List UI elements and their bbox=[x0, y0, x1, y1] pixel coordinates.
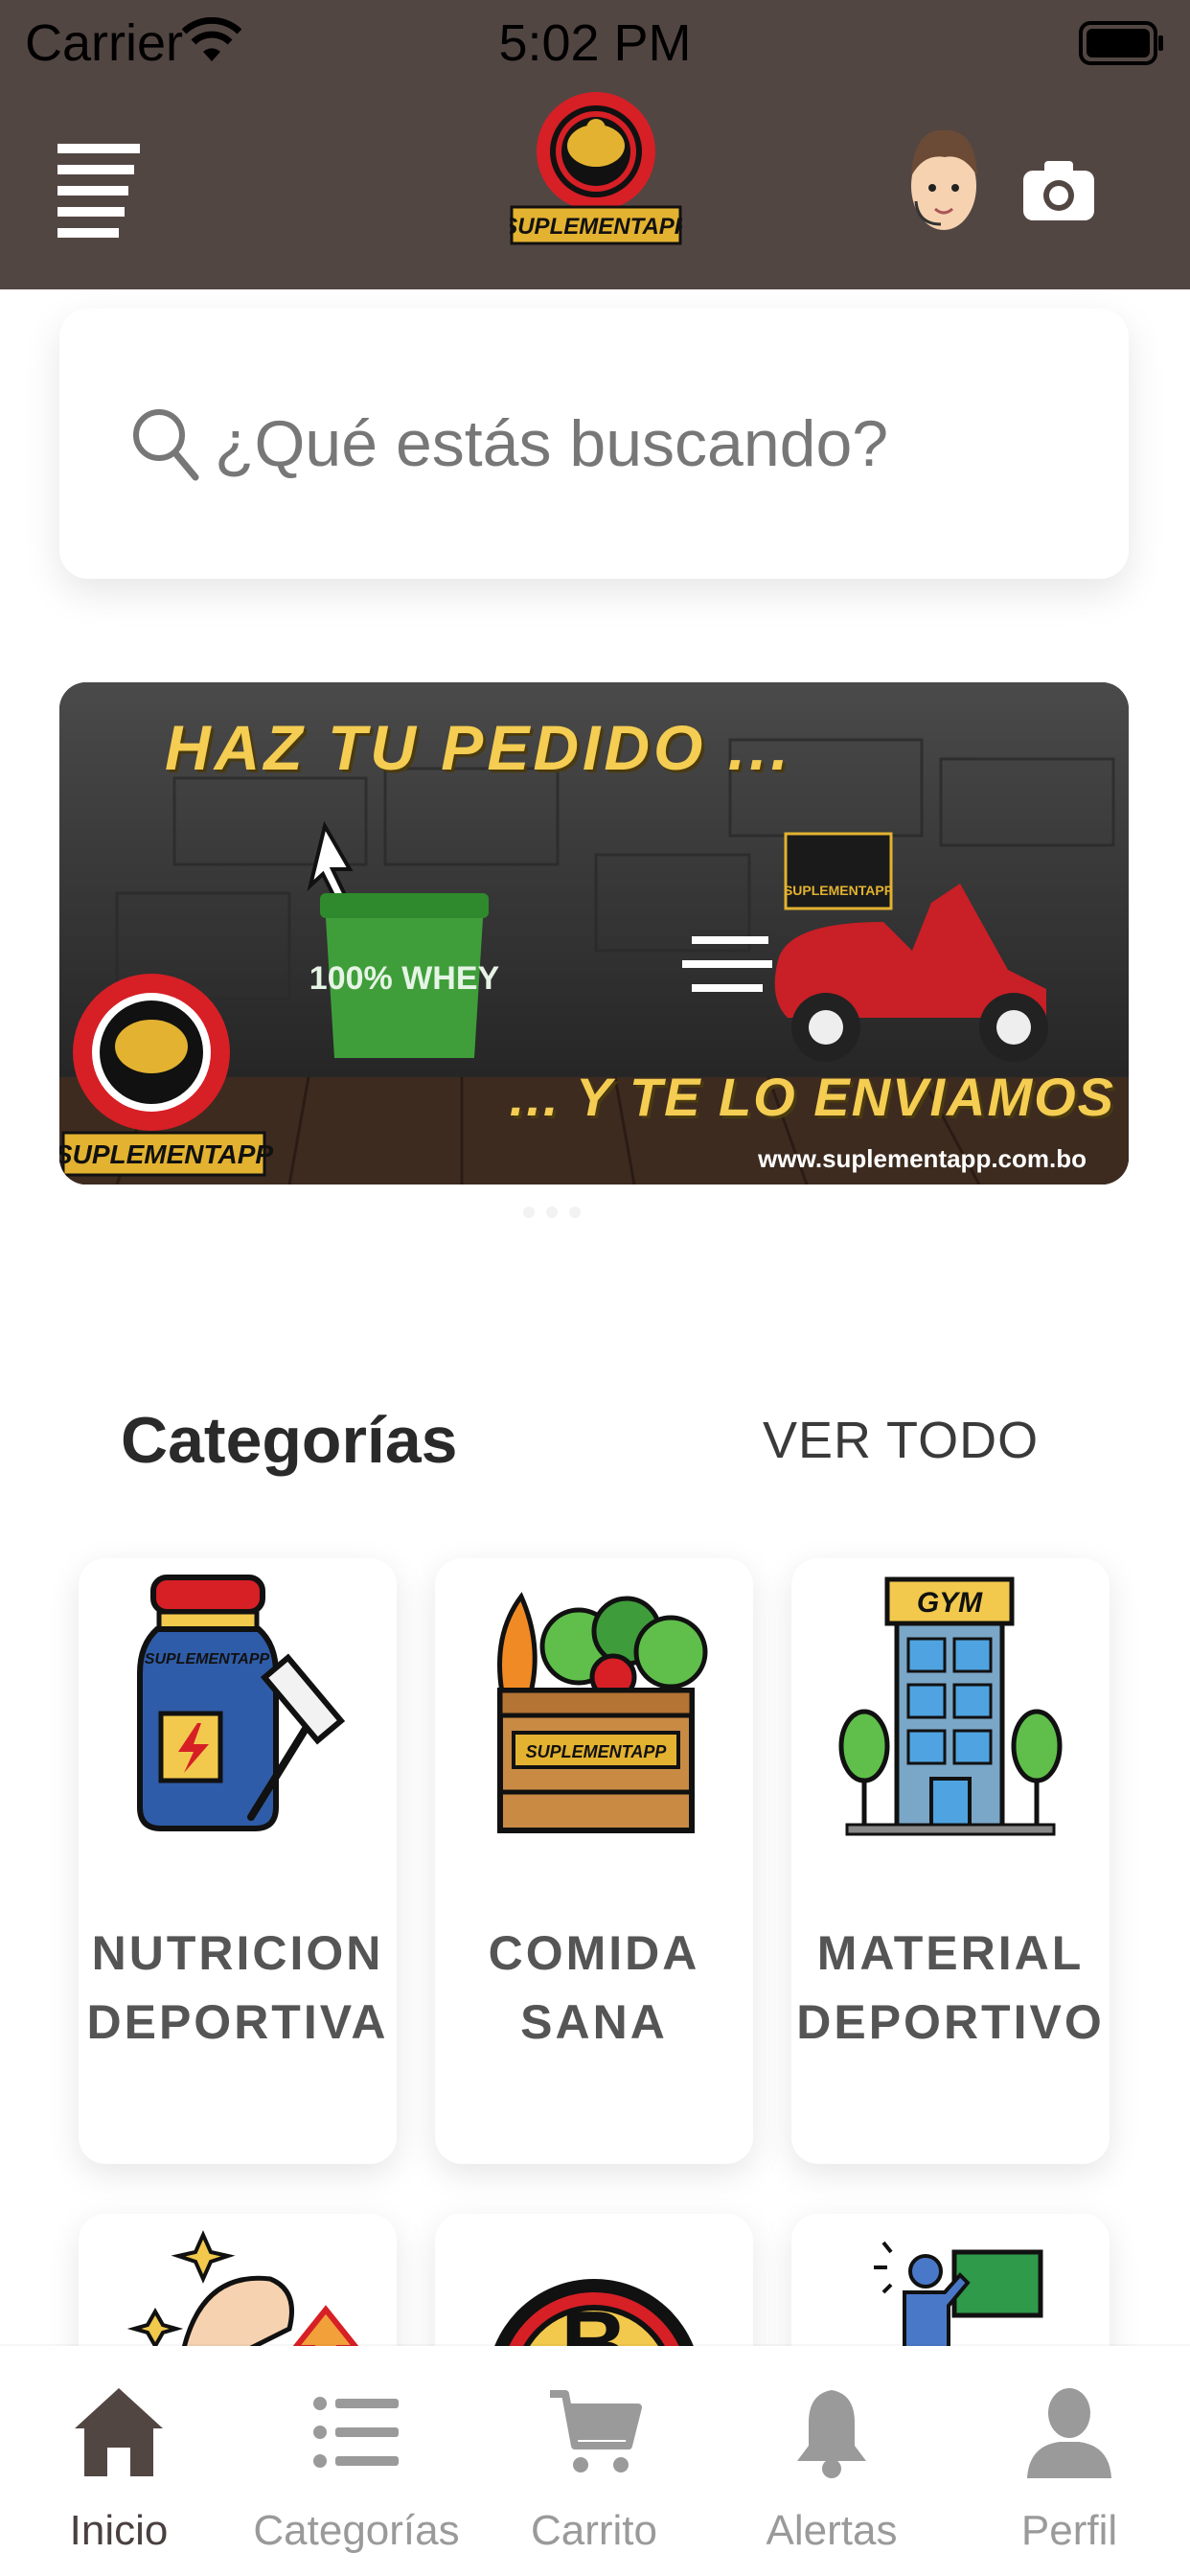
banner-url: www.suplementapp.com.bo bbox=[758, 1144, 1087, 1173]
tab-label: Alertas bbox=[766, 2507, 898, 2554]
category-card-nutricion[interactable]: SUPLEMENTAPP NUTRICION DEPORTIVA bbox=[79, 1558, 397, 2164]
battery-icon bbox=[1079, 21, 1163, 65]
app-logo[interactable]: SUPLEMENTAPP bbox=[510, 90, 682, 245]
tab-label: Carrito bbox=[530, 2507, 658, 2554]
tab-label: Inicio bbox=[69, 2507, 169, 2554]
tab-carrito[interactable]: Carrito bbox=[475, 2346, 713, 2576]
banner-headline: HAZ TU PEDIDO ... bbox=[165, 712, 792, 783]
category-label: NUTRICION DEPORTIVA bbox=[86, 1926, 389, 2049]
support-avatar-icon[interactable] bbox=[906, 125, 981, 243]
person-icon bbox=[1027, 2388, 1111, 2478]
tab-label: Perfil bbox=[1020, 2507, 1118, 2554]
bottom-tab-bar: Inicio Categorías Carrito Alertas Perfil bbox=[0, 2346, 1190, 2576]
bell-icon bbox=[797, 2390, 866, 2478]
vegetable-crate-icon: SUPLEMENTAPP bbox=[497, 1592, 708, 1833]
gym-building-icon: GYM bbox=[838, 1576, 1063, 1836]
supplement-bottle-icon: SUPLEMENTAPP bbox=[137, 1575, 346, 1831]
tab-alertas[interactable]: Alertas bbox=[713, 2346, 950, 2576]
banner-pagination bbox=[517, 1206, 586, 1223]
logo-wordmark: SUPLEMENTAPP bbox=[510, 214, 682, 240]
tab-perfil[interactable]: Perfil bbox=[950, 2346, 1188, 2576]
categories-title: Categorías bbox=[121, 1404, 458, 1477]
tab-label: Categorías bbox=[253, 2507, 460, 2554]
category-card-comida[interactable]: SUPLEMENTAPP COMIDA SANA bbox=[435, 1558, 753, 2164]
gym-sign: GYM bbox=[917, 1587, 983, 1619]
status-time: 5:02 PM bbox=[498, 14, 692, 72]
crate-label: SUPLEMENTAPP bbox=[526, 1742, 668, 1761]
box-label: SUPLEMENTAPP bbox=[784, 883, 893, 898]
bottle-label: SUPLEMENTAPP bbox=[145, 1651, 270, 1668]
tab-inicio[interactable]: Inicio bbox=[0, 2346, 238, 2576]
tab-categorias[interactable]: Categorías bbox=[238, 2346, 475, 2576]
search-icon bbox=[133, 409, 199, 481]
app-header: Carrier 5:02 PM SUPLEMENTAPP bbox=[0, 0, 1190, 289]
promo-banner[interactable]: 100% WHEY SUPLEMENTAPP SUPLEMENTAPP HAZ … bbox=[59, 682, 1129, 1184]
cart-icon bbox=[550, 2390, 642, 2472]
camera-icon[interactable] bbox=[1023, 159, 1094, 220]
category-label: COMIDA SANA bbox=[488, 1926, 700, 2049]
home-icon bbox=[75, 2388, 163, 2476]
banner-tagline: ... Y TE LO ENVIAMOS bbox=[509, 1067, 1115, 1127]
banner-logo-text: SUPLEMENTAPP bbox=[59, 1139, 273, 1169]
bucket-label: 100% WHEY bbox=[309, 960, 500, 997]
list-icon bbox=[313, 2397, 399, 2468]
search-input[interactable]: ¿Qué estás buscando? bbox=[215, 404, 888, 483]
category-card-material[interactable]: GYM MATERIAL DEPORTIVO bbox=[791, 1558, 1110, 2164]
see-all-link[interactable]: VER TODO bbox=[763, 1411, 1039, 1470]
category-label: MATERIAL DEPORTIVO bbox=[796, 1926, 1105, 2049]
search-bar[interactable]: ¿Qué estás buscando? bbox=[59, 309, 1129, 579]
menu-icon[interactable] bbox=[57, 144, 140, 240]
